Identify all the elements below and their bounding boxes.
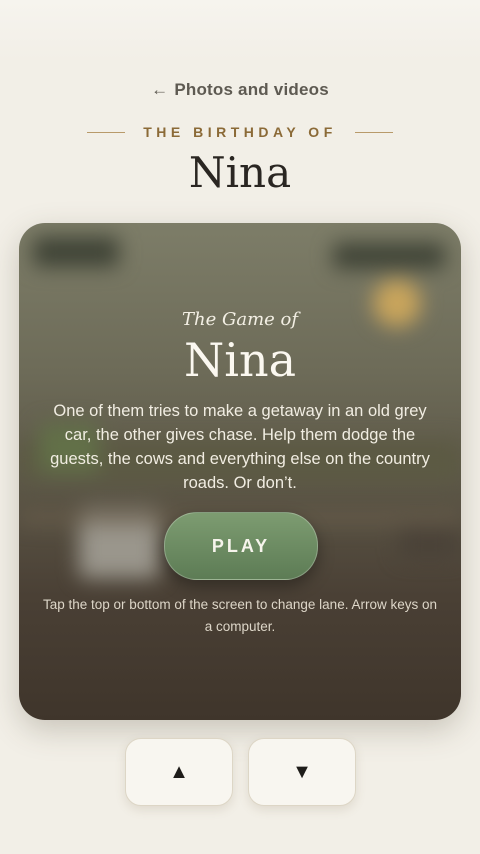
back-link[interactable]: ← Photos and videos: [0, 80, 480, 100]
triangle-up-icon: ▲: [169, 760, 189, 783]
divider-left: [87, 131, 126, 133]
triangle-down-icon: ▼: [292, 760, 312, 783]
arrow-left-icon: ←: [151, 80, 169, 99]
back-link-label: Photos and videos: [174, 80, 329, 99]
divider-right: [354, 131, 393, 133]
top-fade: [0, 0, 480, 60]
game-title: Nina: [183, 333, 296, 387]
eyebrow-text: THE BIRTHDAY OF: [143, 124, 337, 140]
game-card-content: The Game of Nina One of them tries to ma…: [19, 223, 461, 720]
game-card[interactable]: The Game of Nina One of them tries to ma…: [19, 223, 461, 720]
game-description: One of them tries to make a getaway in a…: [50, 402, 430, 492]
play-button[interactable]: PLAY: [164, 512, 318, 580]
lane-down-button[interactable]: ▼: [248, 738, 356, 806]
lane-up-button[interactable]: ▲: [125, 738, 233, 806]
page-title: Nina: [188, 148, 292, 197]
controls-hint: Tap the top or bottom of the screen to c…: [43, 597, 437, 634]
game-subtitle: The Game of: [181, 309, 299, 330]
eyebrow-row: THE BIRTHDAY OF: [0, 122, 480, 142]
